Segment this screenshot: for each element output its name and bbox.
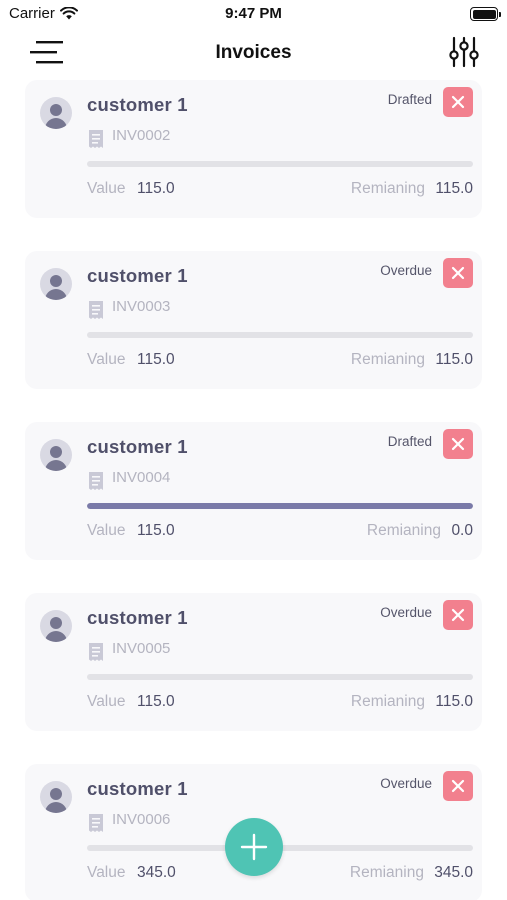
remaining-amount: 115.0 [435, 693, 473, 710]
navigation-bar: Invoices [0, 30, 507, 76]
delete-invoice-button[interactable] [443, 429, 473, 459]
close-x-icon [451, 437, 465, 451]
delete-invoice-button[interactable] [443, 771, 473, 801]
remaining-amount: 0.0 [451, 522, 473, 539]
close-x-icon [451, 266, 465, 280]
close-x-icon [451, 779, 465, 793]
value-amount: 115.0 [137, 522, 175, 539]
invoice-number: INV0006 [112, 811, 171, 828]
remaining-label: Remianing [366, 522, 441, 539]
receipt-icon [89, 472, 103, 490]
customer-name: customer 1 [87, 778, 188, 799]
receipt-icon [89, 301, 103, 319]
remaining-label: Remianing [350, 693, 425, 710]
remaining-label: Remianing [349, 864, 424, 881]
user-avatar-icon [40, 268, 72, 300]
remaining-amount: 115.0 [435, 351, 473, 368]
user-avatar-icon [40, 439, 72, 471]
payment-progress-bar [87, 332, 473, 338]
status-badge: Drafted [387, 434, 432, 449]
remaining-amount: 115.0 [435, 180, 473, 197]
user-avatar-icon [40, 781, 72, 813]
status-badge: Overdue [380, 605, 432, 620]
plus-icon [240, 833, 268, 861]
invoice-card[interactable]: customer 1 INV0005 Overdue Value 115.0 R… [25, 593, 482, 731]
invoice-card[interactable]: customer 1 INV0002 Drafted Value 115.0 R… [25, 80, 482, 218]
delete-invoice-button[interactable] [443, 600, 473, 630]
receipt-icon [89, 643, 103, 661]
remaining-amount: 345.0 [434, 864, 473, 881]
value-label: Value [87, 351, 126, 368]
customer-name: customer 1 [87, 436, 188, 457]
remaining-label: Remianing [350, 180, 425, 197]
status-badge: Overdue [380, 263, 432, 278]
invoice-number: INV0002 [112, 127, 171, 144]
status-badge: Overdue [380, 776, 432, 791]
invoice-number: INV0005 [112, 640, 171, 657]
status-bar: Carrier 9:47 PM [0, 0, 507, 30]
value-amount: 115.0 [137, 351, 175, 368]
battery-icon [470, 7, 501, 21]
invoice-number: INV0003 [112, 298, 171, 315]
close-x-icon [451, 95, 465, 109]
customer-name: customer 1 [87, 265, 188, 286]
value-label: Value [87, 180, 126, 197]
user-avatar-icon [40, 610, 72, 642]
payment-progress-bar [87, 674, 473, 680]
value-label: Value [87, 864, 126, 881]
customer-name: customer 1 [87, 94, 188, 115]
value-label: Value [87, 693, 126, 710]
payment-progress-fill [87, 503, 473, 509]
delete-invoice-button[interactable] [443, 258, 473, 288]
filter-button[interactable] [449, 36, 479, 68]
close-x-icon [451, 608, 465, 622]
customer-name: customer 1 [87, 607, 188, 628]
value-amount: 345.0 [137, 864, 176, 881]
value-amount: 115.0 [137, 180, 175, 197]
invoice-card[interactable]: customer 1 INV0003 Overdue Value 115.0 R… [25, 251, 482, 389]
add-invoice-button[interactable] [225, 818, 283, 876]
value-amount: 115.0 [137, 693, 175, 710]
value-label: Value [87, 522, 126, 539]
sliders-filter-icon [449, 36, 479, 68]
payment-progress-bar [87, 503, 473, 509]
delete-invoice-button[interactable] [443, 87, 473, 117]
invoice-number: INV0004 [112, 469, 171, 486]
receipt-icon [89, 814, 103, 832]
user-avatar-icon [40, 97, 72, 129]
status-time: 9:47 PM [225, 5, 282, 22]
payment-progress-bar [87, 161, 473, 167]
receipt-icon [89, 130, 103, 148]
page-title: Invoices [215, 42, 292, 63]
remaining-label: Remianing [350, 351, 425, 368]
invoice-card[interactable]: customer 1 INV0004 Drafted Value 115.0 R… [25, 422, 482, 560]
status-badge: Drafted [387, 92, 432, 107]
